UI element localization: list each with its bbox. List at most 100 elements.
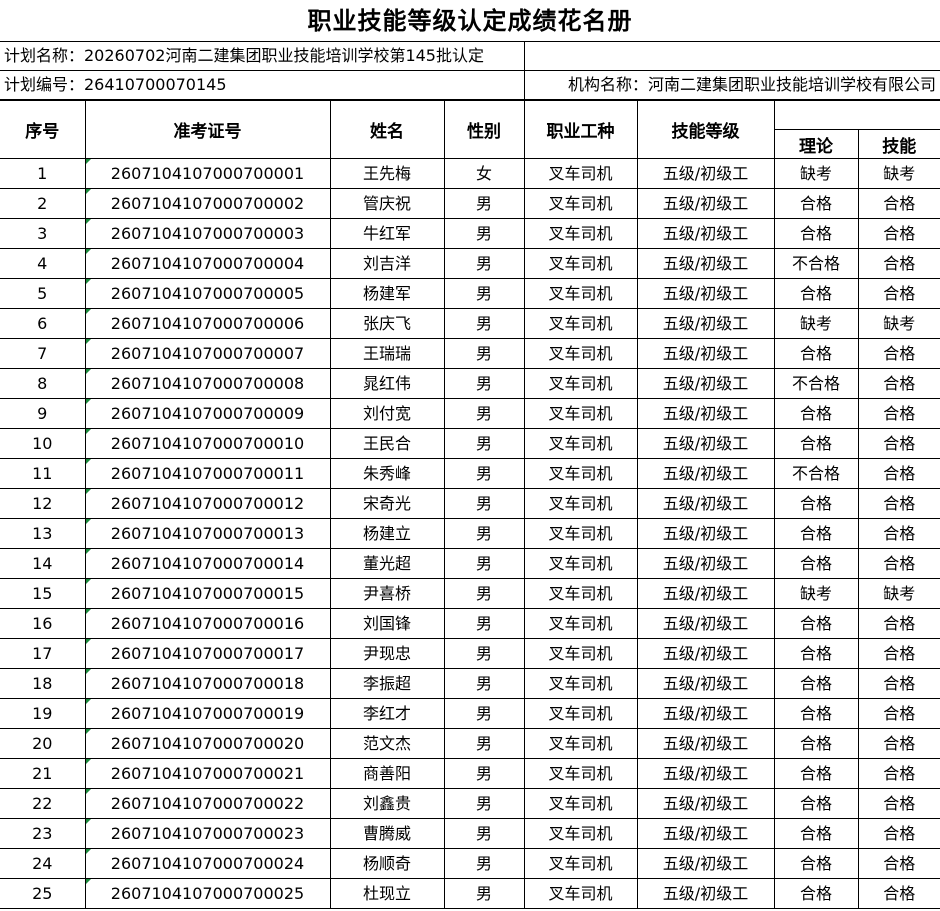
cell-theory[interactable]: 合格 <box>773 698 859 729</box>
cell-seq[interactable]: 18 <box>0 668 86 699</box>
cell-theory[interactable]: 合格 <box>773 428 859 459</box>
cell-job[interactable]: 叉车司机 <box>523 728 638 759</box>
cell-gender[interactable]: 男 <box>443 218 525 249</box>
cell-gender[interactable]: 女 <box>443 158 525 189</box>
cell-exam-id[interactable]: 2607104107000700007 <box>84 338 331 369</box>
cell-seq[interactable]: 6 <box>0 308 86 339</box>
cell-name[interactable]: 刘鑫贵 <box>329 788 445 819</box>
cell-name[interactable]: 商善阳 <box>329 758 445 789</box>
cell-gender[interactable]: 男 <box>443 578 525 609</box>
cell-exam-id[interactable]: 2607104107000700013 <box>84 518 331 549</box>
cell-name[interactable]: 刘付宽 <box>329 398 445 429</box>
cell-job[interactable]: 叉车司机 <box>523 848 638 879</box>
cell-seq[interactable]: 14 <box>0 548 86 579</box>
cell-name[interactable]: 王瑞瑞 <box>329 338 445 369</box>
cell-theory[interactable]: 合格 <box>773 728 859 759</box>
cell-gender[interactable]: 男 <box>443 818 525 849</box>
cell-seq[interactable]: 19 <box>0 698 86 729</box>
cell-skill[interactable]: 合格 <box>857 248 940 279</box>
cell-exam-id[interactable]: 2607104107000700022 <box>84 788 331 819</box>
cell-gender[interactable]: 男 <box>443 668 525 699</box>
cell-skill[interactable]: 合格 <box>857 548 940 579</box>
cell-level[interactable]: 五级/初级工 <box>636 428 775 459</box>
cell-skill[interactable]: 合格 <box>857 758 940 789</box>
cell-seq[interactable]: 5 <box>0 278 86 309</box>
cell-level[interactable]: 五级/初级工 <box>636 458 775 489</box>
header-job[interactable]: 职业工种 <box>523 100 638 159</box>
cell-job[interactable]: 叉车司机 <box>523 608 638 639</box>
cell-gender[interactable]: 男 <box>443 698 525 729</box>
cell-level[interactable]: 五级/初级工 <box>636 698 775 729</box>
cell-name[interactable]: 范文杰 <box>329 728 445 759</box>
cell-exam-id[interactable]: 2607104107000700002 <box>84 188 331 219</box>
header-name[interactable]: 姓名 <box>329 100 445 159</box>
header-theory[interactable]: 理论 <box>773 129 859 159</box>
cell-gender[interactable]: 男 <box>443 458 525 489</box>
cell-theory[interactable]: 缺考 <box>773 158 859 189</box>
cell-job[interactable]: 叉车司机 <box>523 488 638 519</box>
cell-job[interactable]: 叉车司机 <box>523 338 638 369</box>
cell-gender[interactable]: 男 <box>443 248 525 279</box>
cell-exam-id[interactable]: 2607104107000700004 <box>84 248 331 279</box>
cell-seq[interactable]: 2 <box>0 188 86 219</box>
cell-name[interactable]: 董光超 <box>329 548 445 579</box>
cell-skill[interactable]: 合格 <box>857 878 940 909</box>
cell-level[interactable]: 五级/初级工 <box>636 188 775 219</box>
cell-name[interactable]: 牛红军 <box>329 218 445 249</box>
header-gender[interactable]: 性别 <box>443 100 525 159</box>
cell-skill[interactable]: 合格 <box>857 848 940 879</box>
cell-skill[interactable]: 合格 <box>857 338 940 369</box>
cell-level[interactable]: 五级/初级工 <box>636 728 775 759</box>
cell-job[interactable]: 叉车司机 <box>523 638 638 669</box>
cell-seq[interactable]: 20 <box>0 728 86 759</box>
cell-job[interactable]: 叉车司机 <box>523 458 638 489</box>
header-exam-id[interactable]: 准考证号 <box>84 100 331 159</box>
cell-exam-id[interactable]: 2607104107000700014 <box>84 548 331 579</box>
cell-exam-id[interactable]: 2607104107000700001 <box>84 158 331 189</box>
cell-job[interactable]: 叉车司机 <box>523 218 638 249</box>
cell-job[interactable]: 叉车司机 <box>523 758 638 789</box>
cell-exam-id[interactable]: 2607104107000700006 <box>84 308 331 339</box>
cell-gender[interactable]: 男 <box>443 878 525 909</box>
cell-skill[interactable]: 合格 <box>857 368 940 399</box>
plan-name-empty-cell[interactable] <box>525 42 940 70</box>
cell-job[interactable]: 叉车司机 <box>523 428 638 459</box>
cell-gender[interactable]: 男 <box>443 788 525 819</box>
cell-name[interactable]: 杜现立 <box>329 878 445 909</box>
cell-level[interactable]: 五级/初级工 <box>636 758 775 789</box>
cell-exam-id[interactable]: 2607104107000700016 <box>84 608 331 639</box>
cell-level[interactable]: 五级/初级工 <box>636 608 775 639</box>
cell-theory[interactable]: 合格 <box>773 668 859 699</box>
cell-name[interactable]: 曹腾威 <box>329 818 445 849</box>
cell-skill[interactable]: 合格 <box>857 668 940 699</box>
cell-exam-id[interactable]: 2607104107000700011 <box>84 458 331 489</box>
cell-theory[interactable]: 合格 <box>773 548 859 579</box>
cell-skill[interactable]: 缺考 <box>857 578 940 609</box>
cell-exam-id[interactable]: 2607104107000700017 <box>84 638 331 669</box>
cell-job[interactable]: 叉车司机 <box>523 878 638 909</box>
cell-job[interactable]: 叉车司机 <box>523 248 638 279</box>
cell-job[interactable]: 叉车司机 <box>523 158 638 189</box>
cell-skill[interactable]: 合格 <box>857 638 940 669</box>
cell-level[interactable]: 五级/初级工 <box>636 338 775 369</box>
cell-level[interactable]: 五级/初级工 <box>636 278 775 309</box>
cell-skill[interactable]: 合格 <box>857 458 940 489</box>
cell-skill[interactable]: 合格 <box>857 188 940 219</box>
cell-theory[interactable]: 合格 <box>773 188 859 219</box>
cell-seq[interactable]: 15 <box>0 578 86 609</box>
cell-gender[interactable]: 男 <box>443 518 525 549</box>
cell-name[interactable]: 尹现忠 <box>329 638 445 669</box>
cell-theory[interactable]: 缺考 <box>773 308 859 339</box>
cell-exam-id[interactable]: 2607104107000700012 <box>84 488 331 519</box>
cell-gender[interactable]: 男 <box>443 728 525 759</box>
cell-skill[interactable]: 合格 <box>857 788 940 819</box>
cell-seq[interactable]: 22 <box>0 788 86 819</box>
cell-gender[interactable]: 男 <box>443 398 525 429</box>
cell-seq[interactable]: 10 <box>0 428 86 459</box>
cell-exam-id[interactable]: 2607104107000700019 <box>84 698 331 729</box>
cell-level[interactable]: 五级/初级工 <box>636 368 775 399</box>
cell-seq[interactable]: 16 <box>0 608 86 639</box>
header-skill[interactable]: 技能 <box>857 129 940 159</box>
cell-exam-id[interactable]: 2607104107000700023 <box>84 818 331 849</box>
cell-theory[interactable]: 合格 <box>773 638 859 669</box>
